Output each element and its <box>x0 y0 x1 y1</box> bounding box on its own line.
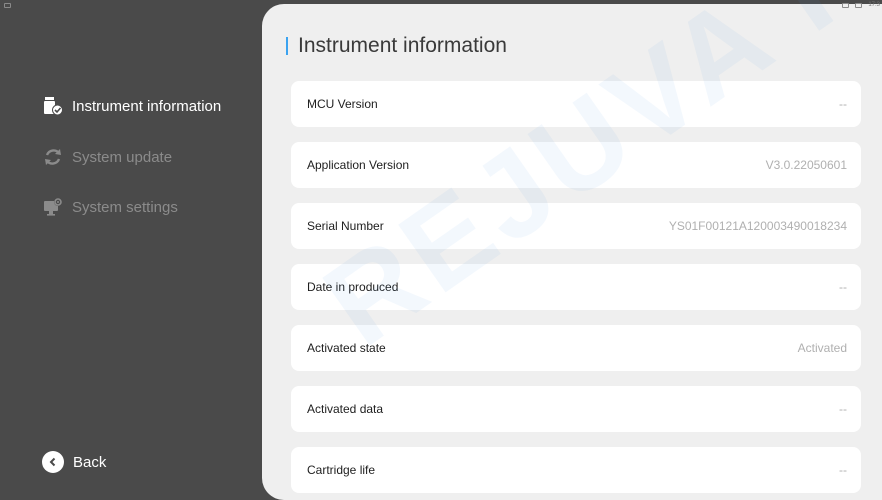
row-label: Activated state <box>307 341 386 355</box>
refresh-icon <box>42 146 64 168</box>
info-row-application-version: Application Version V3.0.22050601 <box>291 142 861 188</box>
title-accent-bar <box>286 37 288 55</box>
sidebar-item-label: System settings <box>72 198 178 216</box>
info-row-date-produced: Date in produced -- <box>291 264 861 310</box>
status-bar: 17:3 <box>0 0 882 12</box>
sidebar: Instrument information System update Sys <box>0 0 262 500</box>
battery-icon <box>842 2 850 8</box>
row-value: -- <box>839 463 847 477</box>
page-title-text: Instrument information <box>298 34 507 57</box>
row-value: V3.0.22050601 <box>765 158 847 172</box>
sidebar-item-system-settings[interactable]: System settings <box>42 193 178 221</box>
sidebar-item-instrument-information[interactable]: Instrument information <box>42 92 221 120</box>
notification-icon <box>4 3 11 8</box>
sidebar-item-label: Instrument information <box>72 97 222 115</box>
row-value: -- <box>839 97 847 111</box>
info-row-activated-data: Activated data -- <box>291 386 861 432</box>
row-label: Serial Number <box>307 219 384 233</box>
back-label: Back <box>73 453 107 471</box>
row-value: -- <box>839 402 847 416</box>
info-row-cartridge-life: Cartridge life -- <box>291 447 861 493</box>
main-panel: Instrument information MCU Version -- Ap… <box>262 4 882 500</box>
sidebar-item-label: System update <box>72 148 173 166</box>
instrument-icon <box>42 95 64 117</box>
row-value: -- <box>839 280 847 294</box>
row-value: YS01F00121A120003490018234 <box>668 219 847 233</box>
info-row-serial-number: Serial Number YS01F00121A120003490018234 <box>291 203 861 249</box>
settings-monitor-icon <box>42 196 64 218</box>
status-time: 17:3 <box>868 2 880 8</box>
status-icons: 17:3 <box>842 2 880 8</box>
row-label: Application Version <box>307 158 410 172</box>
info-row-activated-state: Activated state Activated <box>291 325 861 371</box>
signal-icon <box>855 2 863 8</box>
row-label: MCU Version <box>307 97 378 111</box>
row-label: Date in produced <box>307 280 399 294</box>
back-button[interactable]: Back <box>42 449 106 475</box>
row-label: Activated data <box>307 402 384 416</box>
chevron-left-icon <box>42 451 64 473</box>
page-title: Instrument information <box>286 32 507 60</box>
sidebar-item-system-update[interactable]: System update <box>42 143 172 171</box>
row-label: Cartridge life <box>307 463 376 477</box>
info-row-mcu-version: MCU Version -- <box>291 81 861 127</box>
row-value: Activated <box>797 341 847 355</box>
